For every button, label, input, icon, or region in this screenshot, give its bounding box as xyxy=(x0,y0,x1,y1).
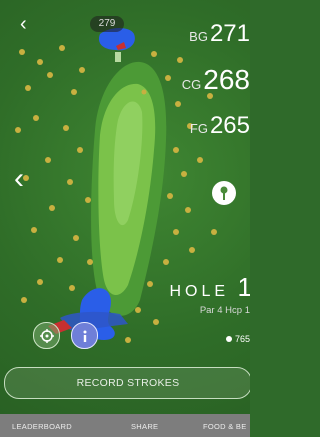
record-strokes-button[interactable]: RECORD STROKES xyxy=(4,367,250,399)
hole-number-pill: 279 xyxy=(90,16,124,32)
center-green-distance: CG 268 xyxy=(182,64,250,96)
yardage-value: 765 xyxy=(234,334,250,344)
center-green-label: CG xyxy=(181,77,202,92)
info-icon xyxy=(83,330,86,342)
previous-hole-arrow[interactable]: ‹ xyxy=(14,164,24,194)
hole-info: HOLE 1 xyxy=(170,272,251,303)
bottom-tab-bar: LEADERBOARD SHARE FOOD & BE xyxy=(0,414,250,437)
front-green-value: 265 xyxy=(209,112,250,139)
green-approach xyxy=(115,52,121,62)
hole-label: HOLE xyxy=(169,283,230,300)
yardage-line: 765 xyxy=(225,334,250,344)
hole-title: HOLE 1 xyxy=(170,272,251,303)
par-hcp-line: Par 4 Hcp 1 xyxy=(200,305,250,316)
front-green-label: FG xyxy=(189,121,208,136)
back-green-distance: BG 271 xyxy=(189,20,250,48)
pin-icon xyxy=(220,186,228,200)
hole-map-screen: ‹ 279 ‹ BG 271 CG 268 FG 265 HOLE 1 Par … xyxy=(0,0,250,437)
center-green-value: 268 xyxy=(203,64,250,95)
front-green-distance: FG 265 xyxy=(190,112,250,140)
hole-number: 1 xyxy=(237,272,250,302)
back-green-label: BG xyxy=(189,29,208,44)
crosshair-icon xyxy=(39,328,54,343)
target-button[interactable] xyxy=(33,322,60,349)
yardage-dot-icon xyxy=(225,336,232,342)
hcp-value: Hcp 1 xyxy=(225,305,250,316)
tab-food-beverage[interactable]: FOOD & BE xyxy=(203,422,247,431)
par-value: Par 4 xyxy=(199,305,223,316)
back-button[interactable]: ‹ xyxy=(20,14,27,34)
tab-share[interactable]: SHARE xyxy=(131,422,158,431)
info-button[interactable] xyxy=(71,322,98,349)
back-green-value: 271 xyxy=(209,20,250,47)
tab-leaderboard[interactable]: LEADERBOARD xyxy=(12,422,72,431)
pin-location-button[interactable] xyxy=(212,181,236,205)
